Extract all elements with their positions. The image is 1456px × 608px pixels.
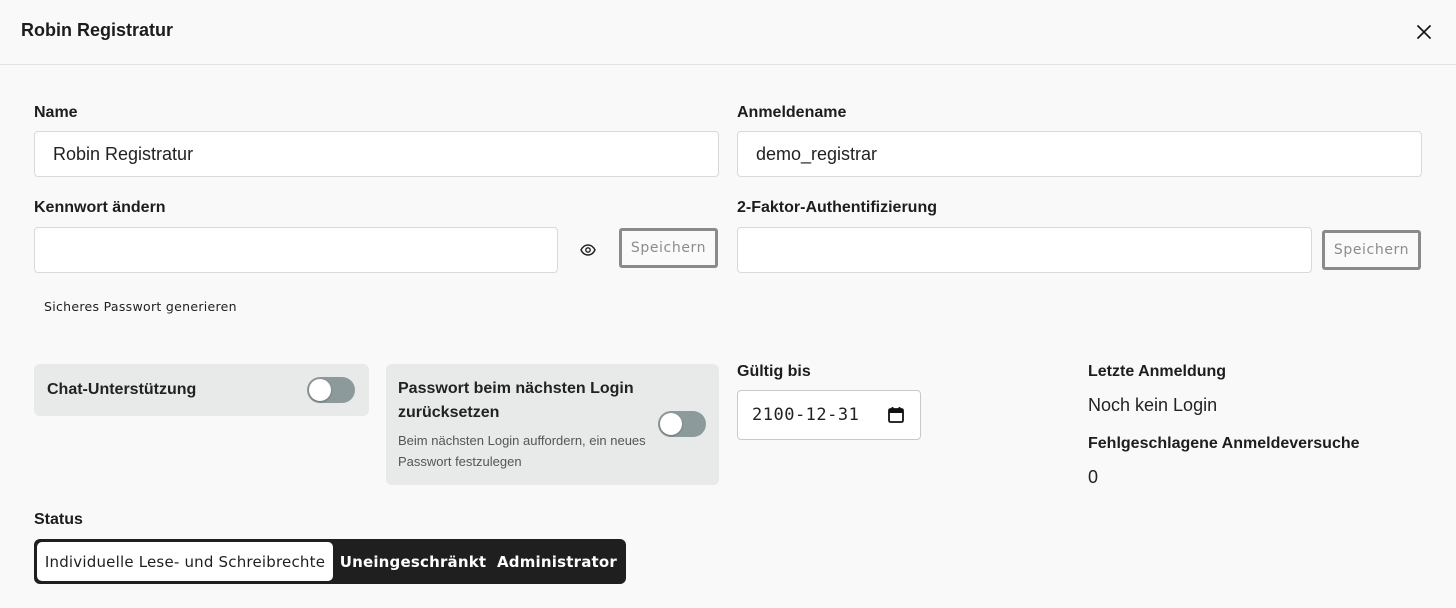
status-option-unrestricted[interactable]: Uneingeschränkt [338, 542, 488, 581]
valid-until-date-input[interactable]: 2100-12-31 [737, 390, 921, 440]
chat-support-card: Chat-Unterstützung [34, 364, 369, 416]
password-label: Kennwort ändern [34, 199, 166, 216]
save-password-button[interactable]: Speichern [619, 228, 718, 268]
dialog-header: Robin Registratur [0, 0, 1456, 65]
toggle-password-visibility-button[interactable] [576, 238, 600, 262]
status-label: Status [34, 511, 83, 528]
last-login-label: Letzte Anmeldung [1088, 363, 1227, 380]
toggle-knob [660, 413, 682, 435]
dialog-title: Robin Registratur [21, 20, 174, 40]
reset-password-title: Passwort beim nächsten Login zurücksetze… [398, 380, 634, 421]
toggle-knob [309, 379, 331, 401]
status-option-administrator[interactable]: Administrator [492, 542, 622, 581]
two-factor-input[interactable] [737, 227, 1312, 273]
eye-icon [580, 244, 596, 256]
valid-until-label: Gültig bis [737, 363, 811, 380]
status-segmented-control: Individuelle Lese- und Schreibrechte Une… [34, 539, 626, 584]
valid-until-value: 2100-12-31 [752, 405, 860, 425]
generate-password-link[interactable]: Sicheres Passwort generieren [44, 299, 237, 314]
login-name-label: Anmeldename [737, 104, 847, 121]
password-input[interactable] [34, 227, 558, 273]
calendar-icon[interactable] [887, 406, 905, 424]
status-option-individual[interactable]: Individuelle Lese- und Schreibrechte [37, 542, 333, 581]
chat-support-label: Chat-Unterstützung [47, 381, 197, 398]
failed-attempts-label: Fehlgeschlagene Anmeldeversuche [1088, 435, 1360, 452]
login-name-input[interactable] [737, 131, 1422, 177]
reset-password-card: Passwort beim nächsten Login zurücksetze… [386, 364, 719, 485]
two-factor-label: 2-Faktor-Authentifizierung [737, 199, 937, 216]
name-label: Name [34, 104, 78, 121]
chat-support-toggle[interactable] [307, 377, 355, 403]
last-login-value: Noch kein Login [1088, 395, 1218, 415]
failed-attempts-value: 0 [1088, 467, 1099, 487]
close-button[interactable] [1412, 20, 1436, 44]
name-input[interactable] [34, 131, 719, 177]
save-two-factor-button[interactable]: Speichern [1322, 230, 1421, 270]
reset-password-toggle[interactable] [658, 411, 706, 437]
reset-password-description: Beim nächsten Login auffordern, ein neue… [398, 433, 646, 469]
close-icon [1417, 25, 1431, 39]
